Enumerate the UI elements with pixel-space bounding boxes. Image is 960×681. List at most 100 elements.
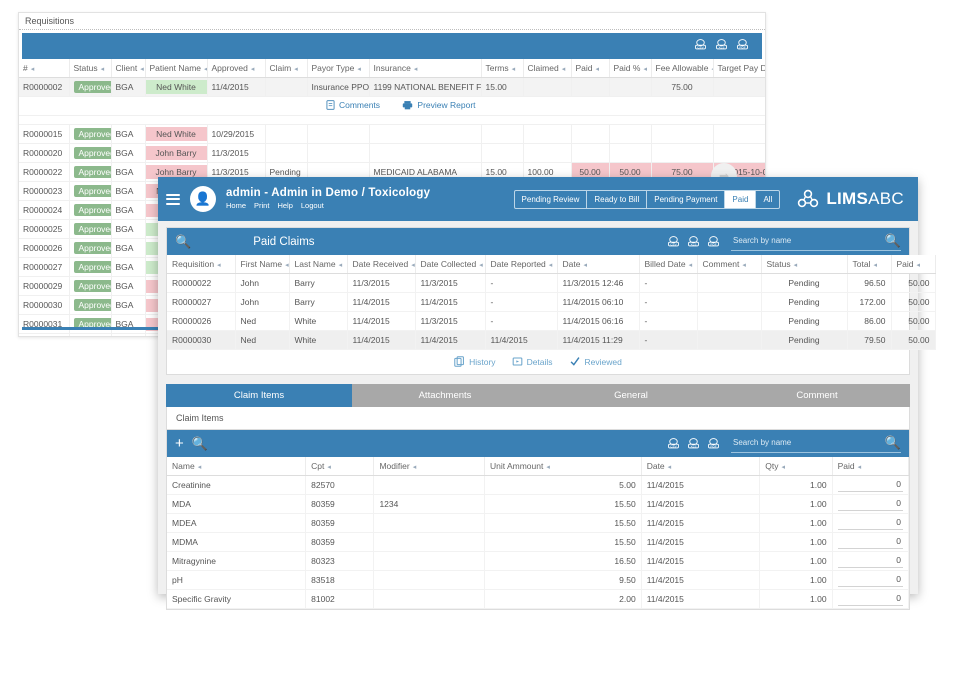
filter-button-paid[interactable]: Paid <box>725 190 757 208</box>
table-row[interactable]: R0000015 Approved BGA Ned White 10/29/20… <box>19 124 765 144</box>
sort-arrow-icon[interactable]: ◂ <box>643 66 647 73</box>
requisitions-col-3[interactable]: Patient Name◂ <box>145 59 208 78</box>
claims-col-5[interactable]: Date Reported ◂ <box>485 255 558 274</box>
search-icon[interactable]: 🔍 <box>192 436 208 452</box>
sort-arrow-icon[interactable]: ◂ <box>549 262 553 269</box>
items-col-6[interactable]: Paid ◂ <box>832 457 910 476</box>
items-col-0[interactable]: Name ◂ <box>167 457 307 476</box>
sort-arrow-icon[interactable]: ◂ <box>917 262 921 269</box>
csv-export-icon[interactable]: CSV <box>666 234 681 249</box>
sort-arrow-icon[interactable]: ◂ <box>668 464 672 471</box>
comments-link[interactable]: Comments <box>326 100 380 110</box>
items-col-1[interactable]: Cpt ◂ <box>305 457 375 476</box>
paid-input[interactable] <box>837 516 903 530</box>
row-action-details[interactable]: Details <box>512 356 553 367</box>
sort-arrow-icon[interactable]: ◂ <box>198 464 202 471</box>
detail-tabs[interactable]: Claim Items Attachments General Comment <box>166 384 910 407</box>
claims-col-0[interactable]: Requisition ◂ <box>167 255 236 274</box>
sort-arrow-icon[interactable]: ◂ <box>140 66 144 73</box>
table-row[interactable]: pH 83518 9.50 11/4/2015 1.00 <box>167 570 910 590</box>
items-col-3[interactable]: Unit Ammount ◂ <box>484 457 642 476</box>
sort-arrow-icon[interactable]: ◂ <box>285 262 289 269</box>
table-row[interactable]: R0000002 Approved BGA Ned White 11/4/201… <box>19 77 765 97</box>
sort-arrow-icon[interactable]: ◂ <box>414 66 418 73</box>
requisitions-col-8[interactable]: Terms ◂ <box>481 59 524 78</box>
requisitions-col-13[interactable]: Target Pay D◂ <box>713 59 765 78</box>
table-row[interactable]: R0000030 Ned White 11/4/2015 11/4/2015 1… <box>167 330 936 350</box>
claims-search-box[interactable]: 🔍 <box>731 233 901 251</box>
table-row[interactable]: R0000022 John Barry 11/3/2015 11/3/2015 … <box>167 273 936 293</box>
paid-input[interactable] <box>837 554 903 568</box>
sort-arrow-icon[interactable]: ◂ <box>873 262 877 269</box>
table-row[interactable]: R0000027 John Barry 11/4/2015 11/4/2015 … <box>167 292 936 312</box>
items-col-4[interactable]: Date ◂ <box>641 457 761 476</box>
search-icon[interactable]: 🔍 <box>885 233 901 249</box>
requisitions-col-10[interactable]: Paid ◂ <box>571 59 610 78</box>
claims-col-3[interactable]: Date Received ◂ <box>347 255 416 274</box>
claims-col-4[interactable]: Date Collected ◂ <box>415 255 486 274</box>
table-row[interactable]: MDEA 80359 15.50 11/4/2015 1.00 <box>167 513 910 533</box>
paid-input[interactable] <box>837 573 903 587</box>
sort-arrow-icon[interactable]: ◂ <box>689 262 693 269</box>
sort-arrow-icon[interactable]: ◂ <box>251 66 255 73</box>
user-avatar-icon[interactable]: 👤 <box>190 186 216 212</box>
nav-link-home[interactable]: Home <box>226 202 246 211</box>
paid-input[interactable] <box>837 497 903 511</box>
sort-arrow-icon[interactable]: ◂ <box>413 464 417 471</box>
sort-arrow-icon[interactable]: ◂ <box>479 262 483 269</box>
table-row[interactable]: MDA 80359 1234 15.50 11/4/2015 1.00 <box>167 494 910 514</box>
tab-claim-items[interactable]: Claim Items <box>166 384 352 407</box>
requisitions-col-11[interactable]: Paid % ◂ <box>609 59 652 78</box>
filter-button-pending-payment[interactable]: Pending Payment <box>647 190 726 208</box>
csv-export-icon[interactable]: CSV <box>693 37 708 52</box>
pdf-export-icon[interactable]: PDF <box>706 234 721 249</box>
table-row[interactable]: Creatinine 82570 5.00 11/4/2015 1.00 <box>167 475 910 495</box>
claim-filter-segmented-control[interactable]: Pending Review Ready to Bill Pending Payme… <box>513 189 781 209</box>
claims-col-8[interactable]: Comment ◂ <box>697 255 762 274</box>
xls-export-icon[interactable]: XLS <box>686 234 701 249</box>
pdf-export-icon[interactable]: PDF <box>706 436 721 451</box>
sort-arrow-icon[interactable]: ◂ <box>327 464 331 471</box>
csv-export-icon[interactable]: CSV <box>666 436 681 451</box>
plus-icon[interactable]: + <box>175 436 184 451</box>
claims-col-11[interactable]: Paid ◂ <box>891 255 936 274</box>
sort-arrow-icon[interactable]: ◂ <box>411 262 415 269</box>
tab-attachments[interactable]: Attachments <box>352 384 538 407</box>
claims-col-7[interactable]: Billed Date ◂ <box>639 255 698 274</box>
nav-link-help[interactable]: Help <box>277 202 292 211</box>
table-row[interactable]: Mitragynine 80323 16.50 11/4/2015 1.00 <box>167 551 910 571</box>
filter-button-ready-to-bill[interactable]: Ready to Bill <box>587 190 648 208</box>
requisitions-col-12[interactable]: Fee Allowable◂ <box>651 59 714 78</box>
table-row[interactable]: R0000020 Approved BGA John Barry 11/3/20… <box>19 143 765 163</box>
items-search-box[interactable]: 🔍 <box>731 435 901 453</box>
sort-arrow-icon[interactable]: ◂ <box>583 262 587 269</box>
search-icon[interactable]: 🔍 <box>885 435 901 451</box>
table-row[interactable]: R0000026 Ned White 11/4/2015 11/3/2015 -… <box>167 311 936 331</box>
sort-arrow-icon[interactable]: ◂ <box>217 262 221 269</box>
sort-arrow-icon[interactable]: ◂ <box>781 464 785 471</box>
claims-col-9[interactable]: Status ◂ <box>761 255 848 274</box>
paid-input[interactable] <box>837 478 903 492</box>
claims-col-1[interactable]: First Name ◂ <box>235 255 290 274</box>
items-search-input[interactable] <box>731 437 881 448</box>
sort-arrow-icon[interactable]: ◂ <box>742 262 746 269</box>
search-icon[interactable]: 🔍 <box>175 234 191 250</box>
items-col-5[interactable]: Qty ◂ <box>759 457 833 476</box>
claims-search-input[interactable] <box>731 235 881 246</box>
requisitions-col-9[interactable]: Claimed ◂ <box>523 59 572 78</box>
hamburger-menu-icon[interactable] <box>166 191 180 207</box>
tab-general[interactable]: General <box>538 384 724 407</box>
requisitions-col-4[interactable]: Approved ◂ <box>207 59 266 78</box>
paid-input[interactable] <box>837 592 903 606</box>
paid-input[interactable] <box>837 535 903 549</box>
nav-link-logout[interactable]: Logout <box>301 202 324 211</box>
sort-arrow-icon[interactable]: ◂ <box>31 66 35 73</box>
sort-arrow-icon[interactable]: ◂ <box>562 66 566 73</box>
requisitions-col-5[interactable]: Claim ◂ <box>265 59 308 78</box>
sort-arrow-icon[interactable]: ◂ <box>546 464 550 471</box>
table-row[interactable]: Specific Gravity 81002 2.00 11/4/2015 1.… <box>167 589 910 609</box>
sort-arrow-icon[interactable]: ◂ <box>794 262 798 269</box>
claims-col-2[interactable]: Last Name ◂ <box>289 255 348 274</box>
requisitions-col-2[interactable]: Client ◂ <box>111 59 146 78</box>
sort-arrow-icon[interactable]: ◂ <box>596 66 600 73</box>
